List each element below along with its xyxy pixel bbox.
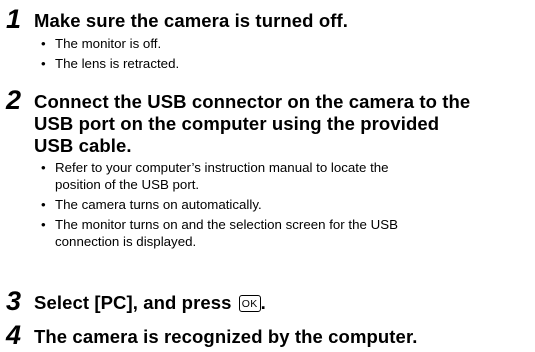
step-title-line: USB port on the computer using the provi…	[34, 113, 440, 134]
step-number: 3	[6, 286, 22, 316]
step-bullets: Refer to your computer’s instruction man…	[40, 160, 398, 254]
bullet-line: position of the USB port.	[55, 176, 200, 192]
step-title: Make sure the camera is turned off.	[34, 10, 348, 31]
step-number: 1	[6, 4, 22, 34]
bullet-item: The lens is retracted.	[40, 56, 179, 73]
bullet-line: The camera turns on automatically.	[55, 196, 262, 212]
step-bullets: The monitor is off. The lens is retracte…	[40, 36, 179, 76]
bullet-line: Refer to your computer’s instruction man…	[55, 160, 389, 175]
bullet-item: The monitor turns on and the selection s…	[40, 217, 398, 250]
bullet-item: The monitor is off.	[40, 36, 179, 53]
step-number: 2	[6, 85, 22, 115]
step-title: The camera is recognized by the computer…	[34, 326, 418, 347]
step-title-text: Select [PC], and press	[34, 292, 232, 313]
bullet-item: The camera turns on automatically.	[40, 197, 398, 214]
step-number: 4	[6, 320, 22, 350]
step-title: Select [PC], and press OK.	[34, 292, 266, 314]
ok-button-icon: OK	[238, 295, 261, 312]
step-title-line: USB cable.	[34, 135, 132, 156]
step-title: Connect the USB connector on the camera …	[34, 91, 470, 157]
bullet-item: Refer to your computer’s instruction man…	[40, 160, 398, 193]
bullet-line: connection is displayed.	[55, 233, 197, 249]
step-title-line: Connect the USB connector on the camera …	[34, 91, 471, 112]
bullet-line: The monitor turns on and the selection s…	[55, 216, 398, 232]
step-title-period: .	[260, 292, 266, 313]
